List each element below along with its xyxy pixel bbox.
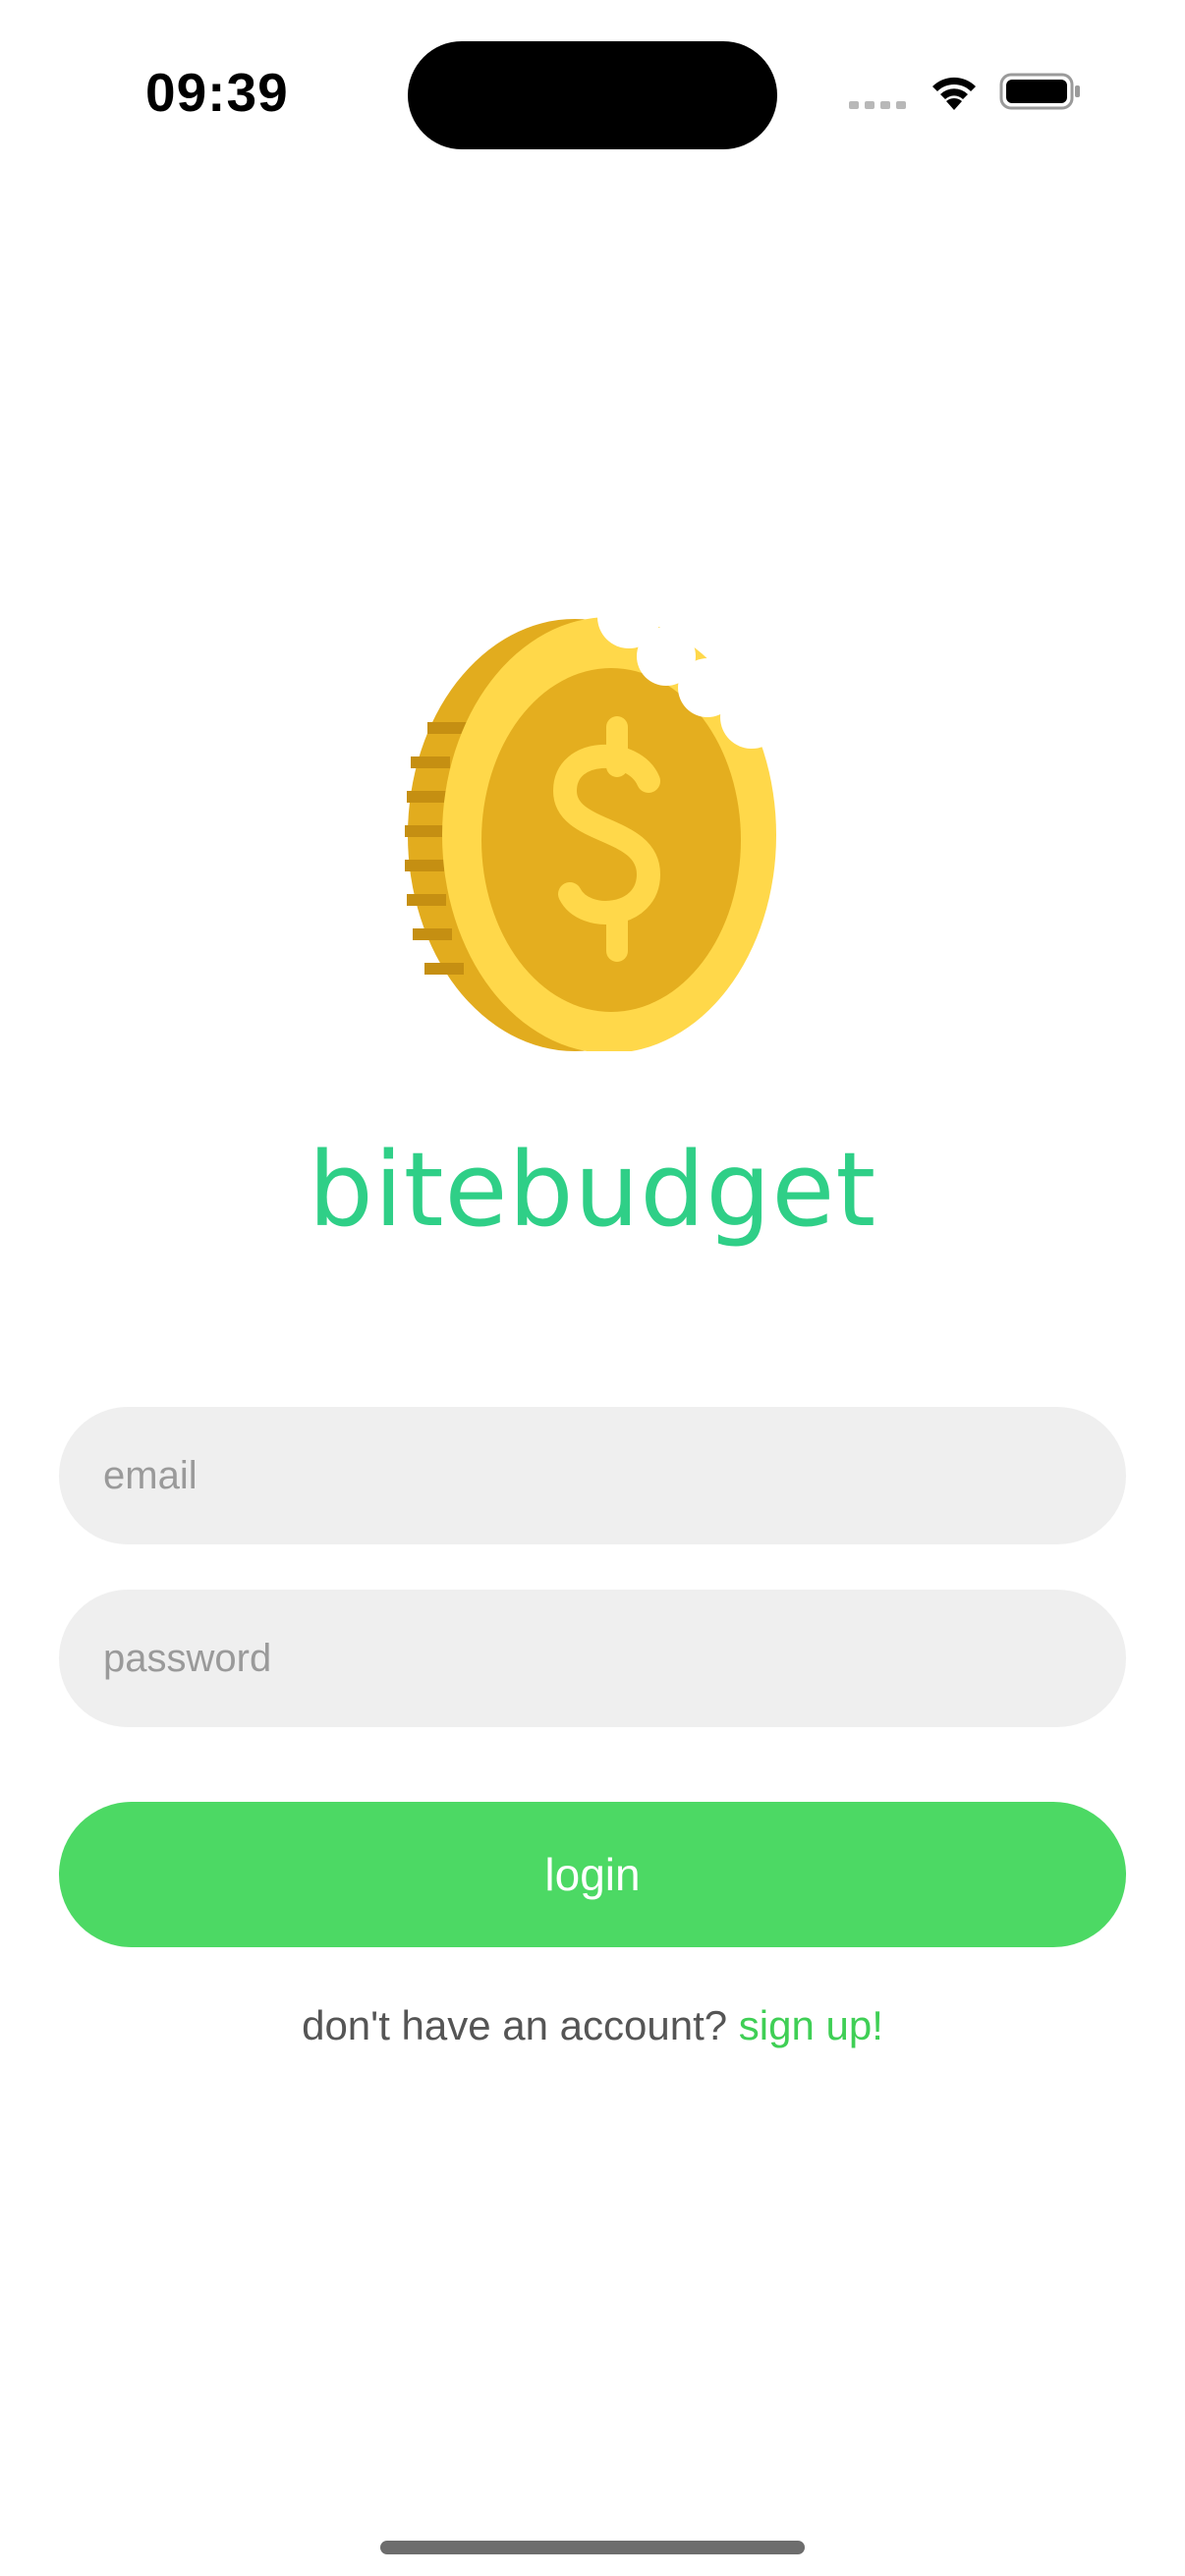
- status-time: 09:39: [145, 62, 289, 123]
- home-indicator[interactable]: [380, 2541, 805, 2554]
- email-field[interactable]: [59, 1407, 1126, 1544]
- wifi-icon: [932, 77, 976, 110]
- bitten-coin-icon: [405, 609, 783, 1051]
- login-button[interactable]: login: [59, 1802, 1126, 1947]
- signup-prompt-text: don't have an account?: [302, 2002, 739, 2048]
- dynamic-island: [408, 41, 777, 149]
- signal-icon: [849, 101, 906, 109]
- password-field[interactable]: [59, 1590, 1126, 1727]
- battery-icon: [999, 73, 1080, 110]
- app-name: bitebudget: [308, 1130, 877, 1250]
- signup-prompt-row: don't have an account? sign up!: [0, 2002, 1185, 2049]
- signup-link[interactable]: sign up!: [739, 2002, 883, 2048]
